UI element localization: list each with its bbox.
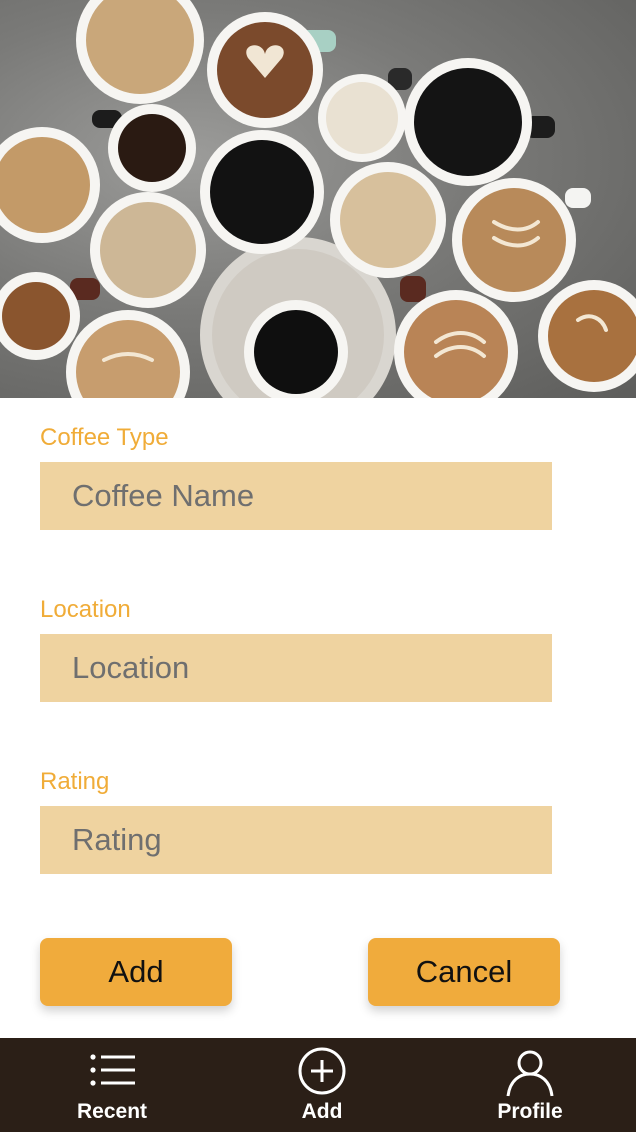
hero-coffee-image (0, 0, 636, 398)
rating-label: Rating (40, 768, 110, 795)
coffee-cups-illustration (0, 0, 636, 398)
coffee-name-input[interactable] (40, 462, 552, 530)
add-button[interactable]: Add (40, 938, 232, 1006)
add-coffee-screen: Coffee Type Location Rating Add Cancel R… (0, 0, 636, 1132)
bottom-nav: Recent Add Profile (0, 1038, 636, 1132)
nav-item-profile[interactable]: Profile (450, 1038, 610, 1132)
nav-label-profile: Profile (497, 1100, 563, 1123)
nav-item-recent[interactable]: Recent (32, 1038, 192, 1132)
location-input[interactable] (40, 634, 552, 702)
nav-label-recent: Recent (76, 1100, 148, 1123)
nav-item-add[interactable]: Add (242, 1038, 402, 1132)
nav-label-add: Add (301, 1100, 343, 1123)
list-icon (90, 1054, 135, 1086)
person-icon (506, 1050, 554, 1097)
location-label: Location (40, 596, 131, 623)
add-circle-icon (298, 1047, 346, 1095)
coffee-type-label: Coffee Type (40, 424, 169, 451)
rating-input[interactable] (40, 806, 552, 874)
cancel-button[interactable]: Cancel (368, 938, 560, 1006)
